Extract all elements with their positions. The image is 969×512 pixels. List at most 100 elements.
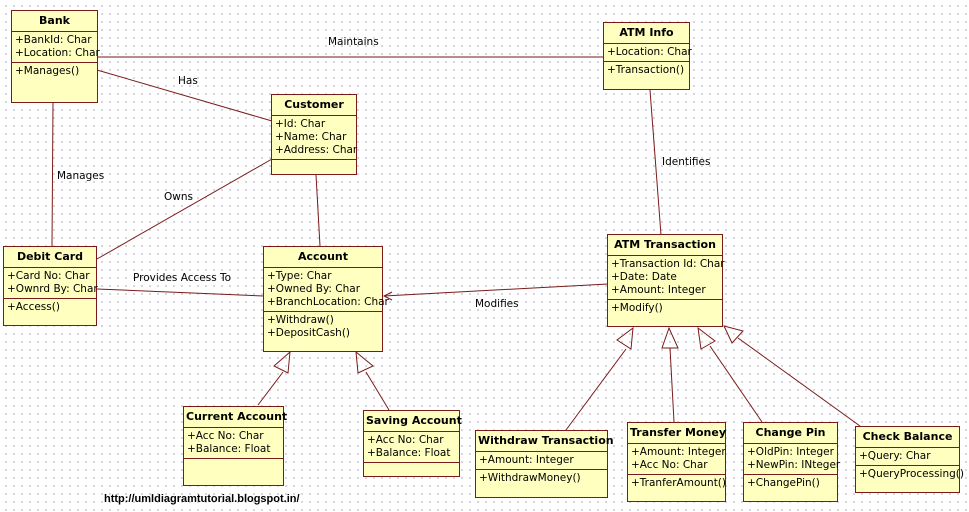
withdraw-triangle <box>616 326 634 350</box>
owns-line <box>96 158 273 260</box>
class-attributes: +BankId: Char +Location: Char <box>12 32 100 63</box>
class-customer[interactable]: Customer +Id: Char +Name: Char +Address:… <box>271 94 357 175</box>
class-attributes: +Amount: Integer +Acc No: Char <box>628 444 726 475</box>
attribute: +Amount: Integer <box>611 284 706 296</box>
attribute: +Balance: Float <box>187 443 271 455</box>
manages-label: Manages <box>57 170 105 182</box>
manages-line <box>51 102 54 247</box>
attribute: +Address: Char <box>275 144 358 156</box>
class-name: Saving Account <box>364 411 462 432</box>
saving-account-generalization <box>365 371 390 411</box>
class-atm-info[interactable]: ATM Info +Location: Char +Transaction() <box>603 22 692 90</box>
class-name: ATM Info <box>604 23 689 44</box>
class-name: ATM Transaction <box>608 235 722 256</box>
changepin-triangle <box>697 326 716 350</box>
class-debit-card[interactable]: Debit Card +Card No: Char +Ownrd By: Cha… <box>3 246 98 326</box>
source-url: http://umldiagramtutorial.blogspot.in/ <box>104 493 300 505</box>
class-operations: +QueryProcessing() <box>856 466 964 483</box>
attribute: +Query: Char <box>859 450 931 462</box>
attribute: +NewPin: INteger <box>747 459 841 471</box>
attribute: +Date: Date <box>611 271 677 283</box>
class-name: Customer <box>272 95 356 116</box>
class-withdraw-transaction[interactable]: Withdraw Transaction +Amount: Integer +W… <box>475 430 614 498</box>
attribute: +OldPin: Integer <box>747 446 834 458</box>
identifies-label: Identifies <box>662 156 711 168</box>
class-current-account[interactable]: Current Account +Acc No: Char +Balance: … <box>183 406 287 486</box>
withdraw-generalization <box>565 348 627 431</box>
operation: +DepositCash() <box>267 327 351 339</box>
class-operations <box>272 160 356 164</box>
transfer-generalization <box>669 347 675 423</box>
operation: +TranferAmount() <box>631 477 727 489</box>
current-account-triangle <box>273 350 291 374</box>
class-attributes: +Id: Char +Name: Char +Address: Char <box>272 116 358 160</box>
operation: +ChangePin() <box>747 477 820 489</box>
operation: +Manages() <box>15 65 80 77</box>
operation: +Transaction() <box>607 64 685 76</box>
attribute: +Balance: Float <box>367 447 451 459</box>
class-name: Transfer Money <box>628 423 726 444</box>
class-attributes: +Type: Char +Owned By: Char +BranchLocat… <box>264 268 389 312</box>
class-operations: +WithdrawMoney() <box>476 470 607 487</box>
class-bank[interactable]: Bank +BankId: Char +Location: Char +Mana… <box>11 10 100 103</box>
identifies-line <box>649 89 662 236</box>
class-attributes: +OldPin: Integer +NewPin: INteger <box>744 444 841 475</box>
class-name: Account <box>264 247 382 268</box>
saving-account-triangle <box>355 350 374 374</box>
class-operations <box>184 459 283 463</box>
attribute: +Acc No: Char <box>187 430 264 442</box>
class-atm-transaction[interactable]: ATM Transaction +Transaction Id: Char +D… <box>607 234 725 327</box>
class-transfer-money[interactable]: Transfer Money +Amount: Integer +Acc No:… <box>627 422 726 502</box>
class-operations: +TranferAmount() <box>628 475 727 492</box>
class-attributes: +Transaction Id: Char +Date: Date +Amoun… <box>608 256 725 300</box>
attribute: +Id: Char <box>275 118 326 130</box>
customer-account-line <box>315 174 321 247</box>
transfer-triangle <box>661 326 679 349</box>
checkbalance-triangle <box>723 325 744 344</box>
provides-access-line <box>96 288 265 297</box>
attribute: +Name: Char <box>275 131 347 143</box>
class-operations: +Transaction() <box>604 62 689 79</box>
class-operations: +Withdraw() +DepositCash() <box>264 312 382 342</box>
class-operations: +ChangePin() <box>744 475 837 492</box>
attribute: +BankId: Char <box>15 34 92 46</box>
modifies-label: Modifies <box>475 298 519 310</box>
maintains-label: Maintains <box>328 36 379 48</box>
attribute: +Location: Char <box>15 47 100 59</box>
attribute: +Amount: Integer <box>631 446 726 458</box>
class-attributes: +Card No: Char +Ownrd By: Char <box>4 268 98 299</box>
operation: +QueryProcessing() <box>859 468 964 480</box>
attribute: +Location: Char <box>607 46 692 58</box>
operation: +WithdrawMoney() <box>479 472 581 484</box>
provides-access-label: Provides Access To <box>133 272 232 284</box>
class-name: Withdraw Transaction <box>476 431 614 452</box>
class-operations <box>364 463 459 467</box>
class-attributes: +Query: Char <box>856 448 959 466</box>
operation: +Withdraw() <box>267 314 334 326</box>
attribute: +Card No: Char <box>7 270 90 282</box>
current-account-generalization <box>257 371 284 406</box>
class-name: Check Balance <box>856 427 959 448</box>
attribute: +Acc No: Char <box>367 434 444 446</box>
attribute: +Amount: Integer <box>479 454 574 466</box>
attribute: +Type: Char <box>267 270 332 282</box>
class-check-balance[interactable]: Check Balance +Query: Char +QueryProcess… <box>855 426 964 493</box>
operation: +Access() <box>7 301 60 313</box>
class-attributes: +Acc No: Char +Balance: Float <box>364 432 459 463</box>
class-change-pin[interactable]: Change Pin +OldPin: Integer +NewPin: INt… <box>743 422 841 502</box>
owns-label: Owns <box>164 191 193 203</box>
attribute: +Transaction Id: Char <box>611 258 725 270</box>
class-operations: +Modify() <box>608 300 722 317</box>
modifies-line <box>383 283 609 297</box>
has-label: Has <box>178 75 198 87</box>
operation: +Modify() <box>611 302 663 314</box>
class-saving-account[interactable]: Saving Account +Acc No: Char +Balance: F… <box>363 410 462 477</box>
attribute: +Ownrd By: Char <box>7 283 98 295</box>
class-name: Debit Card <box>4 247 96 268</box>
class-name: Current Account <box>184 407 287 428</box>
class-name: Change Pin <box>744 423 837 444</box>
attribute: +Acc No: Char <box>631 459 708 471</box>
attribute: +Owned By: Char <box>267 283 361 295</box>
class-name: Bank <box>12 11 97 32</box>
class-account[interactable]: Account +Type: Char +Owned By: Char +Bra… <box>263 246 389 352</box>
